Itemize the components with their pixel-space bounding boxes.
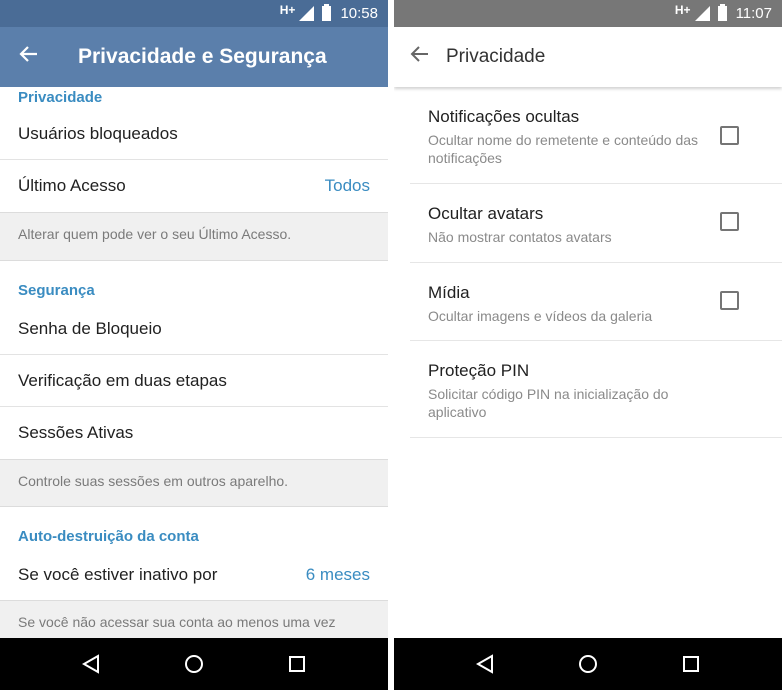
passcode-row[interactable]: Senha de Bloqueio	[0, 304, 388, 355]
media-subtitle: Ocultar imagens e vídeos da galeria	[428, 308, 653, 324]
hidden-notifications-checkbox[interactable]	[720, 126, 739, 145]
pin-protection-item[interactable]: Proteção PIN Solicitar código PIN na ini…	[410, 341, 782, 438]
settings-list: Privacidade Usuários bloqueados Último A…	[0, 87, 388, 638]
network-type: H+	[674, 2, 691, 17]
status-time: 11:07	[735, 5, 772, 22]
square-recents-icon[interactable]	[671, 644, 711, 684]
signal-icon	[299, 6, 315, 21]
hidden-notifications-title: Notificações ocultas	[428, 107, 580, 126]
hidden-notifications-subtitle: Ocultar nome do remetente e conteúdo das…	[428, 132, 699, 166]
circle-home-icon[interactable]	[174, 644, 214, 684]
section-header-privacy: Privacidade	[18, 89, 103, 106]
nav-bar	[394, 638, 782, 690]
circle-home-icon[interactable]	[568, 644, 608, 684]
app-bar: Privacidade e Segurança	[0, 27, 388, 87]
battery-icon	[717, 4, 727, 21]
section-header-self-destruct: Auto-destruição da conta	[18, 528, 199, 545]
sessions-info: Controle suas sessões em outros aparelho…	[0, 459, 388, 507]
inactive-period-value: 6 meses	[305, 565, 370, 584]
app-bar: Privacidade	[394, 27, 782, 87]
blocked-users-label: Usuários bloqueados	[18, 124, 178, 143]
passcode-label: Senha de Bloqueio	[18, 319, 162, 338]
page-title: Privacidade e Segurança	[78, 45, 327, 68]
active-sessions-label: Sessões Ativas	[18, 423, 134, 442]
right-screen: H+ 11:07 Privacidade Notificações oculta…	[394, 0, 782, 690]
inactive-period-row[interactable]: Se você estiver inativo por 6 meses	[0, 550, 388, 600]
self-destruct-info: Se você não acessar sua conta ao menos u…	[0, 600, 388, 638]
media-item[interactable]: Mídia Ocultar imagens e vídeos da galeri…	[410, 263, 782, 341]
pin-protection-subtitle: Solicitar código PIN na inicialização do…	[428, 386, 669, 420]
pin-protection-title: Proteção PIN	[428, 361, 530, 380]
status-bar: H+ 10:58	[0, 0, 388, 27]
left-screen: H+ 10:58 Privacidade e Segurança Privaci…	[0, 0, 388, 690]
last-seen-label: Último Acesso	[18, 176, 126, 195]
status-bar: H+ 11:07	[394, 0, 782, 27]
triangle-back-icon[interactable]	[71, 644, 111, 684]
two-step-label: Verificação em duas etapas	[18, 370, 227, 390]
hide-avatars-checkbox[interactable]	[720, 212, 739, 231]
hide-avatars-item[interactable]: Ocultar avatars Não mostrar contatos ava…	[410, 184, 782, 263]
nav-bar	[0, 638, 388, 690]
status-time: 10:58	[340, 5, 378, 22]
triangle-back-icon[interactable]	[465, 644, 505, 684]
inactive-period-label: Se você estiver inativo por	[18, 565, 218, 584]
signal-icon	[694, 6, 710, 21]
hidden-notifications-item[interactable]: Notificações ocultas Ocultar nome do rem…	[410, 87, 782, 184]
battery-icon	[322, 4, 332, 21]
section-header-security: Segurança	[18, 282, 95, 299]
square-recents-icon[interactable]	[277, 644, 317, 684]
network-type: H+	[279, 2, 296, 17]
two-step-row[interactable]: Verificação em duas etapas	[0, 355, 388, 407]
blocked-users-row[interactable]: Usuários bloqueados	[0, 109, 388, 160]
hide-avatars-subtitle: Não mostrar contatos avatars	[428, 229, 612, 245]
last-seen-info: Alterar quem pode ver o seu Último Acess…	[0, 212, 388, 261]
page-title: Privacidade	[446, 46, 546, 67]
media-checkbox[interactable]	[720, 291, 739, 310]
last-seen-row[interactable]: Último Acesso Todos	[0, 160, 388, 212]
privacy-options-list: Notificações ocultas Ocultar nome do rem…	[394, 87, 782, 638]
arrow-back-icon[interactable]	[394, 43, 446, 71]
active-sessions-row[interactable]: Sessões Ativas	[0, 407, 388, 459]
last-seen-value: Todos	[324, 176, 370, 195]
arrow-back-icon[interactable]	[0, 43, 58, 71]
